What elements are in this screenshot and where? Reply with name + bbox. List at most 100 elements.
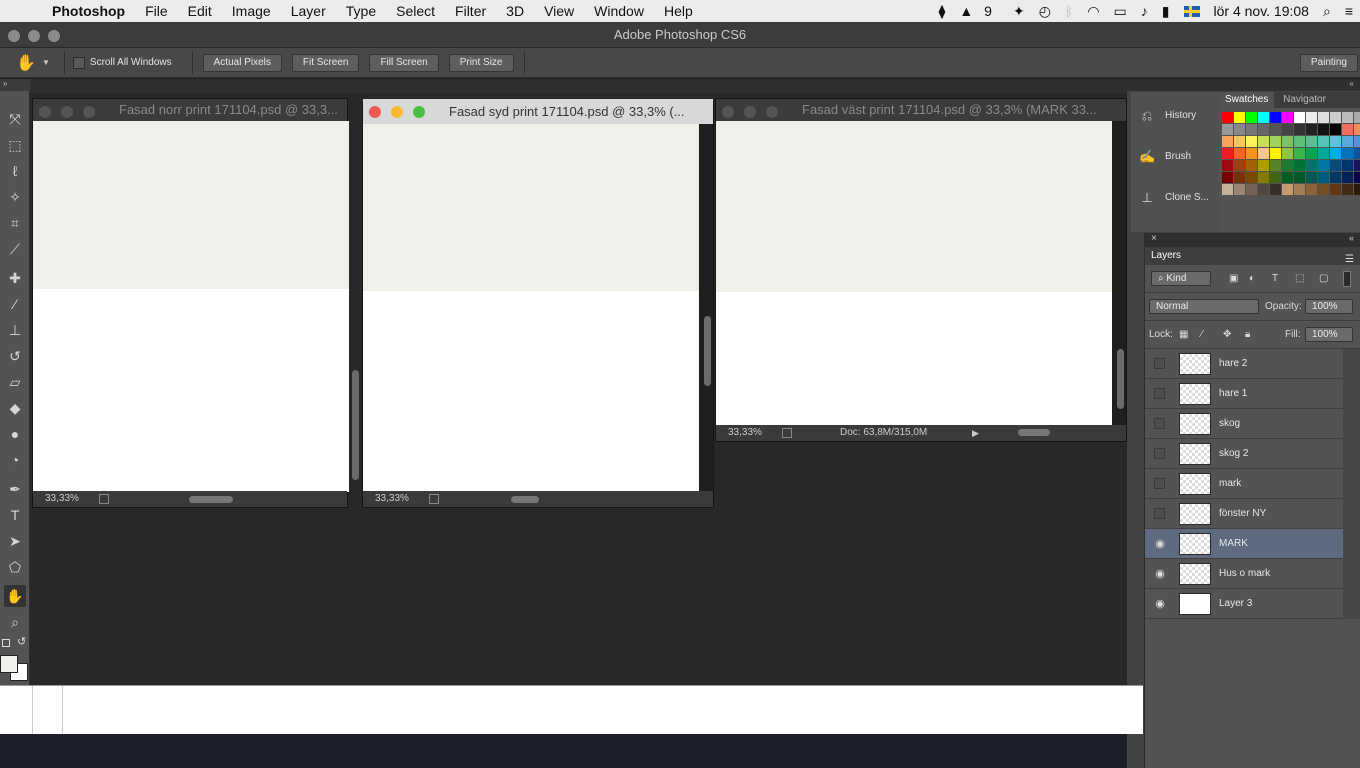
swatch[interactable] <box>1342 112 1353 123</box>
menu-select[interactable]: Select <box>386 3 445 19</box>
swatch[interactable] <box>1246 172 1257 183</box>
brush-tool-icon[interactable]: ⁄ <box>4 293 26 315</box>
document-canvas[interactable] <box>33 121 349 492</box>
layer-row[interactable]: ◉ Layer 3 <box>1145 589 1343 619</box>
eraser-tool-icon[interactable]: ▱ <box>4 371 26 393</box>
dock-collapse-bar[interactable]: « <box>1127 79 1360 91</box>
close-icon[interactable] <box>369 106 381 118</box>
layer-thumbnail[interactable] <box>1179 443 1211 465</box>
layer-row[interactable]: mark <box>1145 469 1343 499</box>
swatch[interactable] <box>1282 148 1293 159</box>
layers-scrollbar[interactable] <box>1343 349 1360 619</box>
paint-bucket-tool-icon[interactable]: ◆ <box>4 397 26 419</box>
document-window-vast[interactable]: Fasad väst print 171104.psd @ 33,3% (MAR… <box>715 98 1127 442</box>
app-menu[interactable]: Photoshop <box>40 3 135 19</box>
swatch[interactable] <box>1258 160 1269 171</box>
menu-3d[interactable]: 3D <box>496 3 534 19</box>
menu-filter[interactable]: Filter <box>445 3 496 19</box>
swatch[interactable] <box>1318 148 1329 159</box>
eyedropper-tool-icon[interactable]: ⟋ <box>4 238 26 260</box>
swatch[interactable] <box>1294 112 1305 123</box>
swap-colors-icon[interactable]: ↺ <box>17 635 26 648</box>
swatch[interactable] <box>1306 172 1317 183</box>
swatch[interactable] <box>1330 136 1341 147</box>
swatch[interactable] <box>1294 148 1305 159</box>
layer-row[interactable]: fönster NY <box>1145 499 1343 529</box>
swatch[interactable] <box>1246 124 1257 135</box>
swatch[interactable] <box>1258 112 1269 123</box>
layer-thumbnail[interactable] <box>1179 593 1211 615</box>
path-selection-tool-icon[interactable]: ➤ <box>4 530 26 552</box>
pen-tool-icon[interactable]: ✒ <box>4 478 26 500</box>
swatch[interactable] <box>1270 124 1281 135</box>
tab-swatches[interactable]: Swatches <box>1219 92 1275 108</box>
vertical-scrollbar[interactable] <box>352 370 359 480</box>
healing-brush-tool-icon[interactable]: ✚ <box>4 267 26 289</box>
lock-transparent-icon[interactable]: ▦ <box>1179 321 1188 349</box>
swatch[interactable] <box>1318 112 1329 123</box>
swatch[interactable] <box>1354 160 1360 171</box>
fill-screen-button[interactable]: Fill Screen <box>369 53 439 72</box>
datetime[interactable]: lör 4 nov. 19:08 <box>1207 3 1316 19</box>
zoom-tool-icon[interactable]: ⌕ <box>4 611 26 633</box>
lasso-tool-icon[interactable]: ℓ <box>4 160 26 182</box>
menu-view[interactable]: View <box>534 3 584 19</box>
swatch[interactable] <box>1342 136 1353 147</box>
layer-thumbnail[interactable] <box>1179 413 1211 435</box>
layer-name[interactable]: mark <box>1219 469 1241 499</box>
swatch[interactable] <box>1282 112 1293 123</box>
swatch[interactable] <box>1270 112 1281 123</box>
swatch[interactable] <box>1306 148 1317 159</box>
layer-row[interactable]: hare 2 <box>1145 349 1343 379</box>
zoom-level[interactable]: 33,33% <box>728 427 762 438</box>
fit-screen-button[interactable]: Fit Screen <box>291 53 360 72</box>
workspace-switcher[interactable]: Painting <box>1299 53 1358 72</box>
minimize-icon[interactable] <box>28 30 40 42</box>
magic-wand-tool-icon[interactable]: ✧ <box>4 186 26 208</box>
swatch[interactable] <box>1222 160 1233 171</box>
swatch[interactable] <box>1294 172 1305 183</box>
swatch[interactable] <box>1234 160 1245 171</box>
layer-row[interactable]: ◉ Hus o mark <box>1145 559 1343 589</box>
dodge-tool-icon[interactable]: ◔ <box>4 449 26 471</box>
zoom-level[interactable]: 33,33% <box>45 493 79 504</box>
swatch[interactable] <box>1318 172 1329 183</box>
minimize-icon[interactable] <box>61 106 73 118</box>
zoom-icon[interactable] <box>766 106 778 118</box>
menu-window[interactable]: Window <box>584 3 654 19</box>
swatch[interactable] <box>1246 112 1257 123</box>
actual-pixels-button[interactable]: Actual Pixels <box>202 53 282 72</box>
swatch[interactable] <box>1306 136 1317 147</box>
tab-layers[interactable]: Layers ☰ <box>1145 247 1360 265</box>
layer-row[interactable]: hare 1 <box>1145 379 1343 409</box>
bluetooth-icon[interactable]: ᛒ <box>1058 3 1080 19</box>
layer-row[interactable]: skog <box>1145 409 1343 439</box>
airplay-icon[interactable]: ▭ <box>1107 3 1134 20</box>
layer-name[interactable]: skog <box>1219 409 1240 439</box>
layer-name[interactable]: Hus o mark <box>1219 559 1270 589</box>
swatch[interactable] <box>1306 160 1317 171</box>
vertical-scrollbar[interactable] <box>1117 349 1124 409</box>
layer-name[interactable]: Layer 3 <box>1219 589 1252 619</box>
lock-image-icon[interactable]: ⁄ <box>1201 321 1203 349</box>
swatch[interactable] <box>1306 184 1317 195</box>
swatch[interactable] <box>1342 124 1353 135</box>
swatch[interactable] <box>1234 124 1245 135</box>
swatch[interactable] <box>1258 184 1269 195</box>
visibility-eye-icon[interactable]: ◉ <box>1153 537 1167 551</box>
filter-toggle-icon[interactable] <box>1343 271 1351 287</box>
layer-name[interactable]: hare 1 <box>1219 379 1247 409</box>
opacity-input[interactable]: 100% <box>1305 299 1353 314</box>
layer-row[interactable]: ◉ MARK <box>1145 529 1343 559</box>
crop-tool-icon[interactable]: ⌗ <box>4 212 26 234</box>
swatch[interactable] <box>1294 184 1305 195</box>
layer-name[interactable]: MARK <box>1219 529 1248 559</box>
time-machine-icon[interactable]: ◴ <box>1032 3 1058 20</box>
swatch[interactable] <box>1246 160 1257 171</box>
clone-source-panel-button[interactable]: ⊥ Clone S... <box>1131 180 1219 216</box>
horizontal-scrollbar[interactable] <box>189 496 233 503</box>
swatch[interactable] <box>1258 172 1269 183</box>
swatch[interactable] <box>1354 112 1360 123</box>
swatch[interactable] <box>1354 148 1360 159</box>
swatch[interactable] <box>1294 124 1305 135</box>
